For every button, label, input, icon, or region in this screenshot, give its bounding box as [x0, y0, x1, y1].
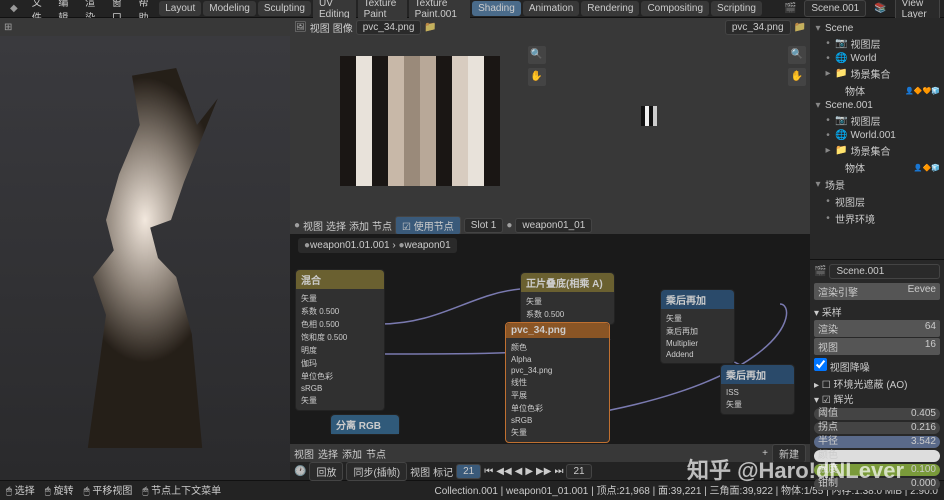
nh-add[interactable]: 添加 [349, 218, 369, 233]
rendered-model [15, 68, 275, 448]
timeline-icon[interactable]: 🕐 [294, 466, 306, 477]
zoom-icon[interactable]: 🔍 [788, 46, 806, 64]
ws-compositing[interactable]: Compositing [641, 1, 709, 16]
editor-icon[interactable]: ● [294, 220, 300, 231]
node-editor-header: ● 视图 选择 添加 节点 ☑ 使用节点 Slot 1 ● weapon01_0… [290, 216, 810, 234]
slot-selector[interactable]: Slot 1 [464, 218, 504, 233]
node-multiply[interactable]: 正片叠底(相乘 A) 矢量系数 0.500 [520, 272, 615, 325]
material-icon: ● [398, 240, 404, 251]
node-header[interactable]: 乘后再加 [661, 290, 734, 309]
node-muladd1[interactable]: 乘后再加 矢量乘后再加MultiplierAddend [660, 289, 735, 364]
image-pane-left[interactable]: 🔍✋ [290, 36, 550, 216]
node-header[interactable]: pvc_34.png [506, 323, 609, 338]
play-icon[interactable]: ▶ [525, 466, 533, 477]
panel-ao[interactable]: ▸ ☐ 环境光遮蔽 (AO) [814, 376, 940, 391]
outliner-row[interactable]: •世界环境 [814, 210, 940, 227]
img-view[interactable]: 视图 [310, 20, 330, 35]
frame-end[interactable]: 21 [566, 464, 591, 479]
open-icon[interactable]: 📁 [424, 22, 436, 33]
outliner-row[interactable]: ▾场景 [814, 176, 940, 193]
layer-icon: 📚 [868, 1, 892, 16]
top-menubar: ◆ 文件 编辑 渲染 窗口 帮助 Layout Modeling Sculpti… [0, 0, 944, 18]
ws-layout[interactable]: Layout [159, 1, 201, 16]
play-rev-icon[interactable]: ◀ [515, 466, 523, 477]
zoom-icon[interactable]: 🔍 [528, 46, 546, 64]
outliner-row[interactable]: 物体👤🔶🧡🧊 [814, 82, 940, 99]
jump-start-icon[interactable]: ⏮ [484, 466, 493, 477]
outliner-row[interactable]: •🌐World [814, 52, 940, 65]
outliner-row[interactable]: 物体👤🔶🧊 [814, 159, 940, 176]
ws-modeling[interactable]: Modeling [203, 1, 256, 16]
nh-node[interactable]: 节点 [372, 218, 392, 233]
material-icon: ● [304, 240, 310, 251]
denoise-check[interactable] [814, 358, 827, 371]
viewport-canvas[interactable] [0, 36, 290, 480]
ws-rendering[interactable]: Rendering [581, 1, 639, 16]
node-image-texture[interactable]: pvc_34.png 颜色Alphapvc_34.png线性平展单位色彩sRGB… [505, 322, 610, 443]
ws-shading[interactable]: Shading [472, 1, 521, 16]
blender-logo-icon: ◆ [4, 1, 24, 16]
texture-stripes [340, 56, 500, 186]
hand-icon[interactable]: ✋ [528, 68, 546, 86]
engine-select[interactable]: Eevee [908, 284, 936, 299]
nh-select[interactable]: 选择 [326, 218, 346, 233]
node-mix[interactable]: 混合 矢量系数 0.500色相 0.500饱和度 0.500明度伽玛单位色彩sR… [295, 269, 385, 411]
nh-view[interactable]: 视图 [303, 218, 323, 233]
ws-animation[interactable]: Animation [523, 1, 579, 16]
node-header[interactable]: 混合 [296, 270, 384, 289]
outliner-row[interactable]: •📷视图层 [814, 35, 940, 52]
texture-small [641, 106, 657, 126]
img-image[interactable]: 图像 [333, 20, 353, 35]
sync[interactable]: 同步(插帧) [346, 462, 407, 481]
ws-scripting[interactable]: Scripting [711, 1, 762, 16]
outliner[interactable]: ▾Scene•📷视图层•🌐World▸📁场景集合物体👤🔶🧡🧊▾Scene.001… [810, 18, 944, 260]
material-selector[interactable]: weapon01_01 [515, 218, 592, 233]
outliner-row[interactable]: •视图层 [814, 193, 940, 210]
scene-selector[interactable]: Scene.001 [804, 0, 866, 17]
node-breadcrumb[interactable]: ● weapon01.01.001 › ● weapon01 [298, 238, 457, 253]
ws-sculpting[interactable]: Sculpting [258, 1, 311, 16]
viewport-3d[interactable]: ⊞ [0, 18, 290, 480]
outliner-row[interactable]: ▾Scene.001 [814, 99, 940, 112]
outliner-row[interactable]: ▾Scene [814, 22, 940, 35]
frame-current[interactable]: 21 [456, 464, 481, 479]
node-header[interactable]: 正片叠底(相乘 A) [521, 273, 614, 292]
viewport-header: ⊞ [0, 18, 290, 36]
open-icon2[interactable]: 📁 [794, 22, 806, 33]
panel-sampling[interactable]: ▾ 采样 [814, 304, 940, 319]
outliner-row[interactable]: ▸📁场景集合 [814, 142, 940, 159]
prev-key-icon[interactable]: ◀◀ [496, 466, 511, 477]
scene-name[interactable]: Scene.001 [829, 264, 940, 279]
properties-panel: 🎬Scene.001 渲染引擎Eevee ▾ 采样 渲染64 视图16 视图降噪… [810, 260, 944, 480]
playback[interactable]: 回放 [309, 462, 343, 481]
hand-icon[interactable]: ✋ [788, 68, 806, 86]
editor-type-icon[interactable]: ⊞ [4, 22, 12, 33]
node-editor-canvas[interactable]: ● weapon01.01.001 › ● weapon01 混合 矢量系数 0… [290, 234, 810, 444]
editor-icon[interactable]: 🖼 [294, 22, 307, 33]
image-pane-right[interactable]: 🔍✋ [551, 36, 811, 216]
panel-bloom[interactable]: ▾ ☑ 辉光 [814, 391, 940, 406]
node-separate-rgb[interactable]: 分离 RGB [330, 414, 400, 435]
img-file[interactable]: pvc_34.png [356, 20, 422, 35]
image-editor-header: 🖼 视图 图像 pvc_34.png 📁 pvc_34.png 📁 [290, 18, 810, 36]
next-key-icon[interactable]: ▶▶ [536, 466, 551, 477]
jump-end-icon[interactable]: ⏭ [554, 466, 563, 477]
scene-icon: 🎬 [778, 1, 802, 16]
img-file2[interactable]: pvc_34.png [725, 20, 791, 35]
vp-samples[interactable]: 16 [925, 339, 936, 354]
outliner-row[interactable]: •📷视图层 [814, 112, 940, 129]
render-samples[interactable]: 64 [925, 321, 936, 336]
node-header[interactable]: 乘后再加 [721, 365, 794, 384]
material-icon: ● [506, 220, 512, 231]
use-nodes-toggle[interactable]: ☑ 使用节点 [395, 216, 461, 235]
outliner-row[interactable]: •🌐World.001 [814, 129, 940, 142]
node-muladd2[interactable]: 乘后再加 ISS矢量 [720, 364, 795, 415]
scene-icon: 🎬 [814, 266, 826, 277]
outliner-row[interactable]: ▸📁场景集合 [814, 65, 940, 82]
node-header[interactable]: 分离 RGB [331, 415, 399, 434]
watermark: 知乎 @Haro!dNLever [687, 453, 904, 485]
